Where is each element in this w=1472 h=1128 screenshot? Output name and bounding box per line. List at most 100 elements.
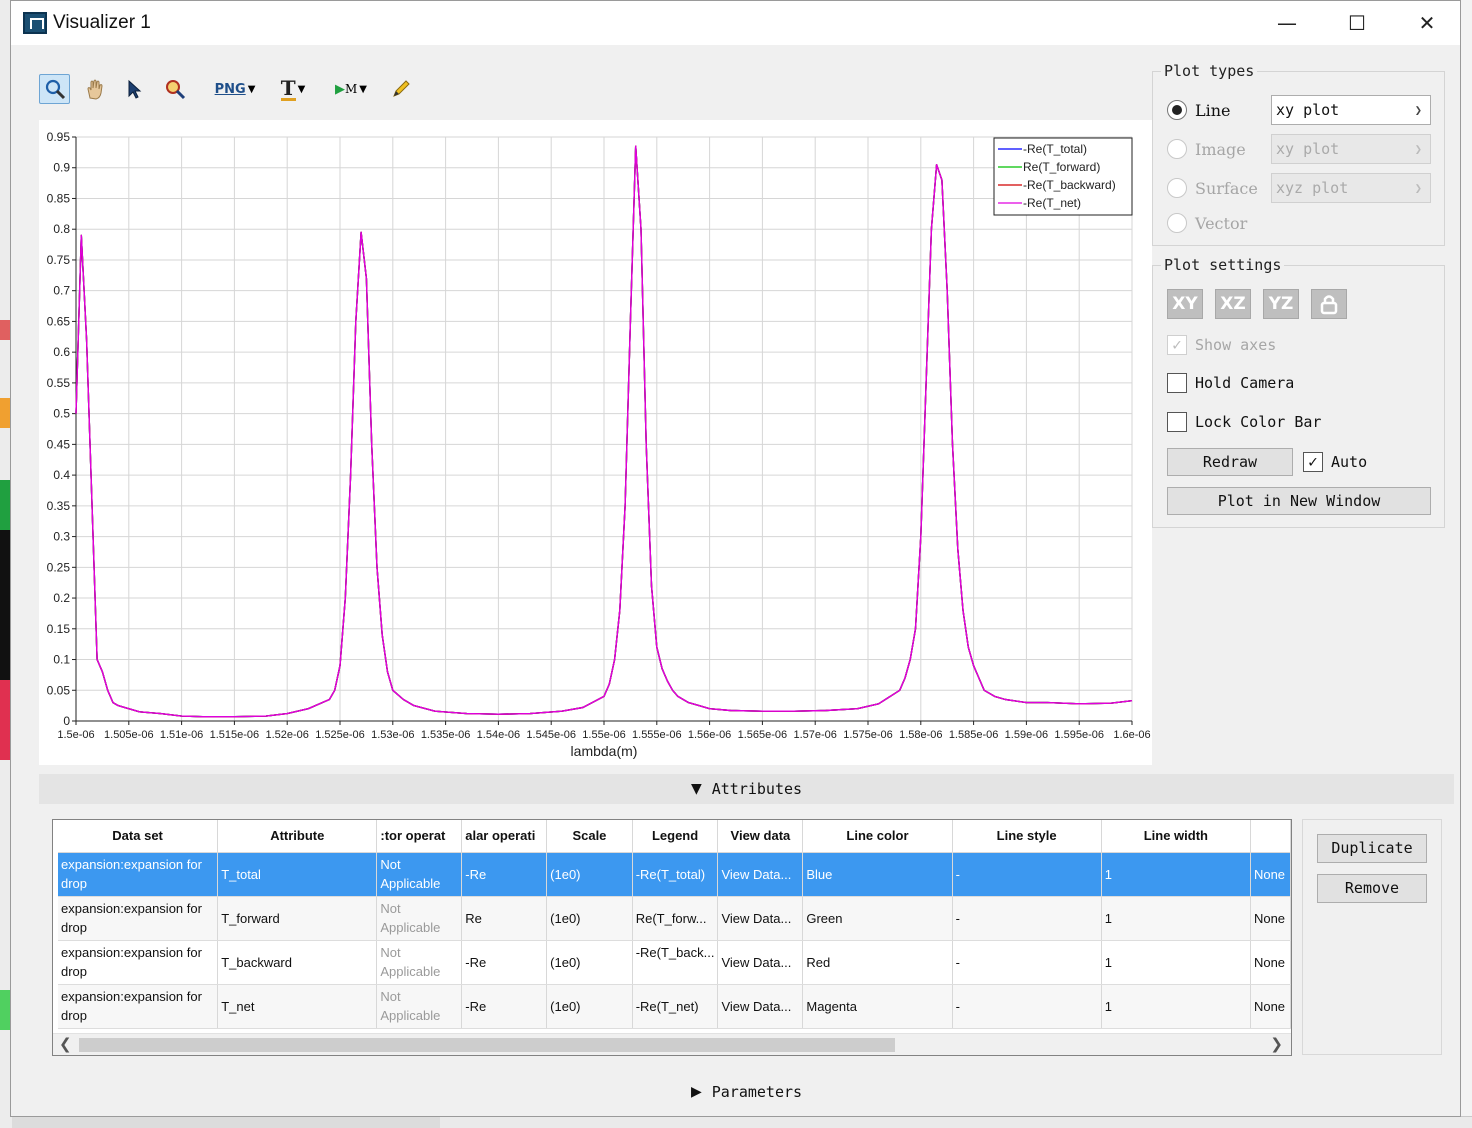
col-scale[interactable]: Scale <box>546 820 633 853</box>
cell-scalar-op[interactable]: Re <box>461 896 548 941</box>
export-png-button[interactable]: PNG ▼ <box>211 74 259 104</box>
line-plot[interactable]: 1.5e-06 1.505e-06 1.51e-06 1.515e-06 1.52e-0… <box>39 120 1152 765</box>
cell-line-style[interactable]: - <box>952 984 1102 1029</box>
col-data-set[interactable]: Data set <box>58 820 219 853</box>
duplicate-button[interactable]: Duplicate <box>1317 834 1427 863</box>
redraw-button[interactable]: Redraw <box>1167 448 1293 476</box>
select-tool-button[interactable] <box>119 74 150 104</box>
cell-line-color[interactable]: Magenta <box>802 984 953 1029</box>
radio-line[interactable]: Line <box>1167 98 1231 122</box>
close-button[interactable]: ✕ <box>1392 1 1462 45</box>
cell-dataset[interactable]: expansion:expansion for drop <box>58 896 219 941</box>
cell-line-style[interactable]: - <box>952 940 1102 985</box>
maximize-button[interactable]: ☐ <box>1322 1 1392 45</box>
cell-vector-op[interactable]: Not Applicable <box>376 984 463 1029</box>
cell-scale[interactable]: (1e0) <box>546 852 633 897</box>
view-xy-button[interactable]: XY <box>1167 289 1203 319</box>
scroll-left-icon[interactable]: ❮ <box>59 1035 72 1053</box>
radio-vector[interactable]: Vector <box>1167 211 1247 235</box>
cell-scale[interactable]: (1e0) <box>546 896 633 941</box>
table-row[interactable]: expansion:expansion for drop T_net Not A… <box>58 984 1291 1029</box>
table-row[interactable]: expansion:expansion for drop T_forward N… <box>58 896 1291 941</box>
lock-view-button[interactable] <box>1311 289 1347 319</box>
view-yz-button[interactable]: YZ <box>1263 289 1299 319</box>
cell-vector-op[interactable]: Not Applicable <box>376 940 463 985</box>
lock-color-bar-checkbox[interactable]: Lock Color Bar <box>1167 410 1321 434</box>
cell-scalar-op[interactable]: -Re <box>461 852 548 897</box>
x-tick-label: 1.56e-06 <box>688 729 731 741</box>
cell-dataset[interactable]: expansion:expansion for drop <box>58 984 219 1029</box>
col-vector-operation[interactable]: :tor operat <box>376 820 463 853</box>
cell-attribute[interactable]: T_total <box>217 852 378 897</box>
cell-view-data[interactable]: View Data... <box>717 852 804 897</box>
minimize-button[interactable]: — <box>1252 1 1322 45</box>
cell-scale[interactable]: (1e0) <box>546 984 633 1029</box>
auto-checkbox[interactable]: ✓ Auto <box>1303 450 1367 474</box>
y-tick-label: 0.25 <box>47 560 71 574</box>
line-plot-combo[interactable]: xy plot ❯ <box>1271 95 1431 125</box>
cell-legend[interactable]: Re(T_forw... <box>632 896 719 941</box>
view-xz-button[interactable]: XZ <box>1215 289 1251 319</box>
pan-tool-button[interactable] <box>79 74 110 104</box>
cell-vector-op[interactable]: Not Applicable <box>376 852 463 897</box>
col-attribute[interactable]: Attribute <box>217 820 378 853</box>
cell-attribute[interactable]: T_net <box>217 984 378 1029</box>
cell-line-width[interactable]: 1 <box>1101 852 1251 897</box>
cell-view-data[interactable]: View Data... <box>717 984 804 1029</box>
attributes-table[interactable]: Data set Attribute :tor operat alar oper… <box>52 819 1292 1056</box>
col-line-style[interactable]: Line style <box>952 820 1102 853</box>
col-legend[interactable]: Legend <box>632 820 719 853</box>
scroll-right-icon[interactable]: ❯ <box>1270 1035 1283 1053</box>
cell-line-style[interactable]: - <box>952 896 1102 941</box>
cell-vector-op[interactable]: Not Applicable <box>376 896 463 941</box>
cell-attribute[interactable]: T_backward <box>217 940 378 985</box>
col-line-width[interactable]: Line width <box>1101 820 1251 853</box>
zoom-tool-button[interactable] <box>39 74 70 104</box>
col-view-data[interactable]: View data <box>717 820 804 853</box>
cell-scale[interactable]: (1e0) <box>546 940 633 985</box>
show-axes-checkbox[interactable]: ✓ Show axes <box>1167 333 1276 357</box>
cell-view-data-text: View Data... <box>721 866 792 882</box>
col-extra[interactable] <box>1250 820 1291 853</box>
remove-button[interactable]: Remove <box>1317 874 1427 903</box>
cell-scalar-op[interactable]: -Re <box>461 984 548 1029</box>
cell-line-color[interactable]: Blue <box>802 852 953 897</box>
draw-tool-button[interactable] <box>385 74 416 104</box>
cell-line-width[interactable]: 1 <box>1101 984 1251 1029</box>
radio-image[interactable]: Image <box>1167 137 1246 161</box>
table-row[interactable]: expansion:expansion for drop T_total Not… <box>58 852 1291 897</box>
table-header-row: Data set Attribute :tor operat alar oper… <box>58 820 1291 853</box>
radio-surface[interactable]: Surface <box>1167 176 1258 200</box>
cell-view-data[interactable]: View Data... <box>717 896 804 941</box>
cell-legend[interactable]: -Re(T_back... <box>632 940 719 985</box>
zoom-region-tool-button[interactable] <box>159 74 190 104</box>
cell-scalar-op[interactable]: -Re <box>461 940 548 985</box>
cell-line-style[interactable]: - <box>952 852 1102 897</box>
scrollbar-thumb[interactable] <box>79 1038 895 1052</box>
cell-extra[interactable]: None <box>1250 852 1291 897</box>
cell-legend[interactable]: -Re(T_net) <box>632 984 719 1029</box>
cell-line-color[interactable]: Green <box>802 896 953 941</box>
cell-extra[interactable]: None <box>1250 896 1291 941</box>
hold-camera-checkbox[interactable]: Hold Camera <box>1167 371 1294 395</box>
cell-line-color[interactable]: Red <box>802 940 953 985</box>
cell-dataset[interactable]: expansion:expansion for drop <box>58 940 219 985</box>
cell-view-data[interactable]: View Data... <box>717 940 804 985</box>
text-tool-button[interactable]: T ▼ <box>269 74 317 104</box>
table-row[interactable]: expansion:expansion for drop T_backward … <box>58 940 1291 985</box>
attributes-toggle[interactable]: ▼ Attributes <box>39 774 1454 804</box>
cell-line-width[interactable]: 1 <box>1101 940 1251 985</box>
horizontal-scrollbar[interactable]: ❮ ❯ <box>53 1033 1291 1055</box>
cell-extra[interactable]: None <box>1250 940 1291 985</box>
cell-attribute[interactable]: T_forward <box>217 896 378 941</box>
parameters-toggle[interactable]: ▶ Parameters <box>39 1077 1454 1107</box>
col-line-color[interactable]: Line color <box>802 820 953 853</box>
cell-extra[interactable]: None <box>1250 984 1291 1029</box>
marker-tool-button[interactable]: ▶ M ▼ <box>327 74 375 104</box>
cell-line-width[interactable]: 1 <box>1101 896 1251 941</box>
cell-dataset[interactable]: expansion:expansion for drop <box>58 852 219 897</box>
col-scalar-operation[interactable]: alar operati <box>461 820 548 853</box>
lock-color-bar-box <box>1167 412 1187 432</box>
plot-in-new-window-button[interactable]: Plot in New Window <box>1167 487 1431 515</box>
cell-legend[interactable]: -Re(T_total) <box>632 852 719 897</box>
